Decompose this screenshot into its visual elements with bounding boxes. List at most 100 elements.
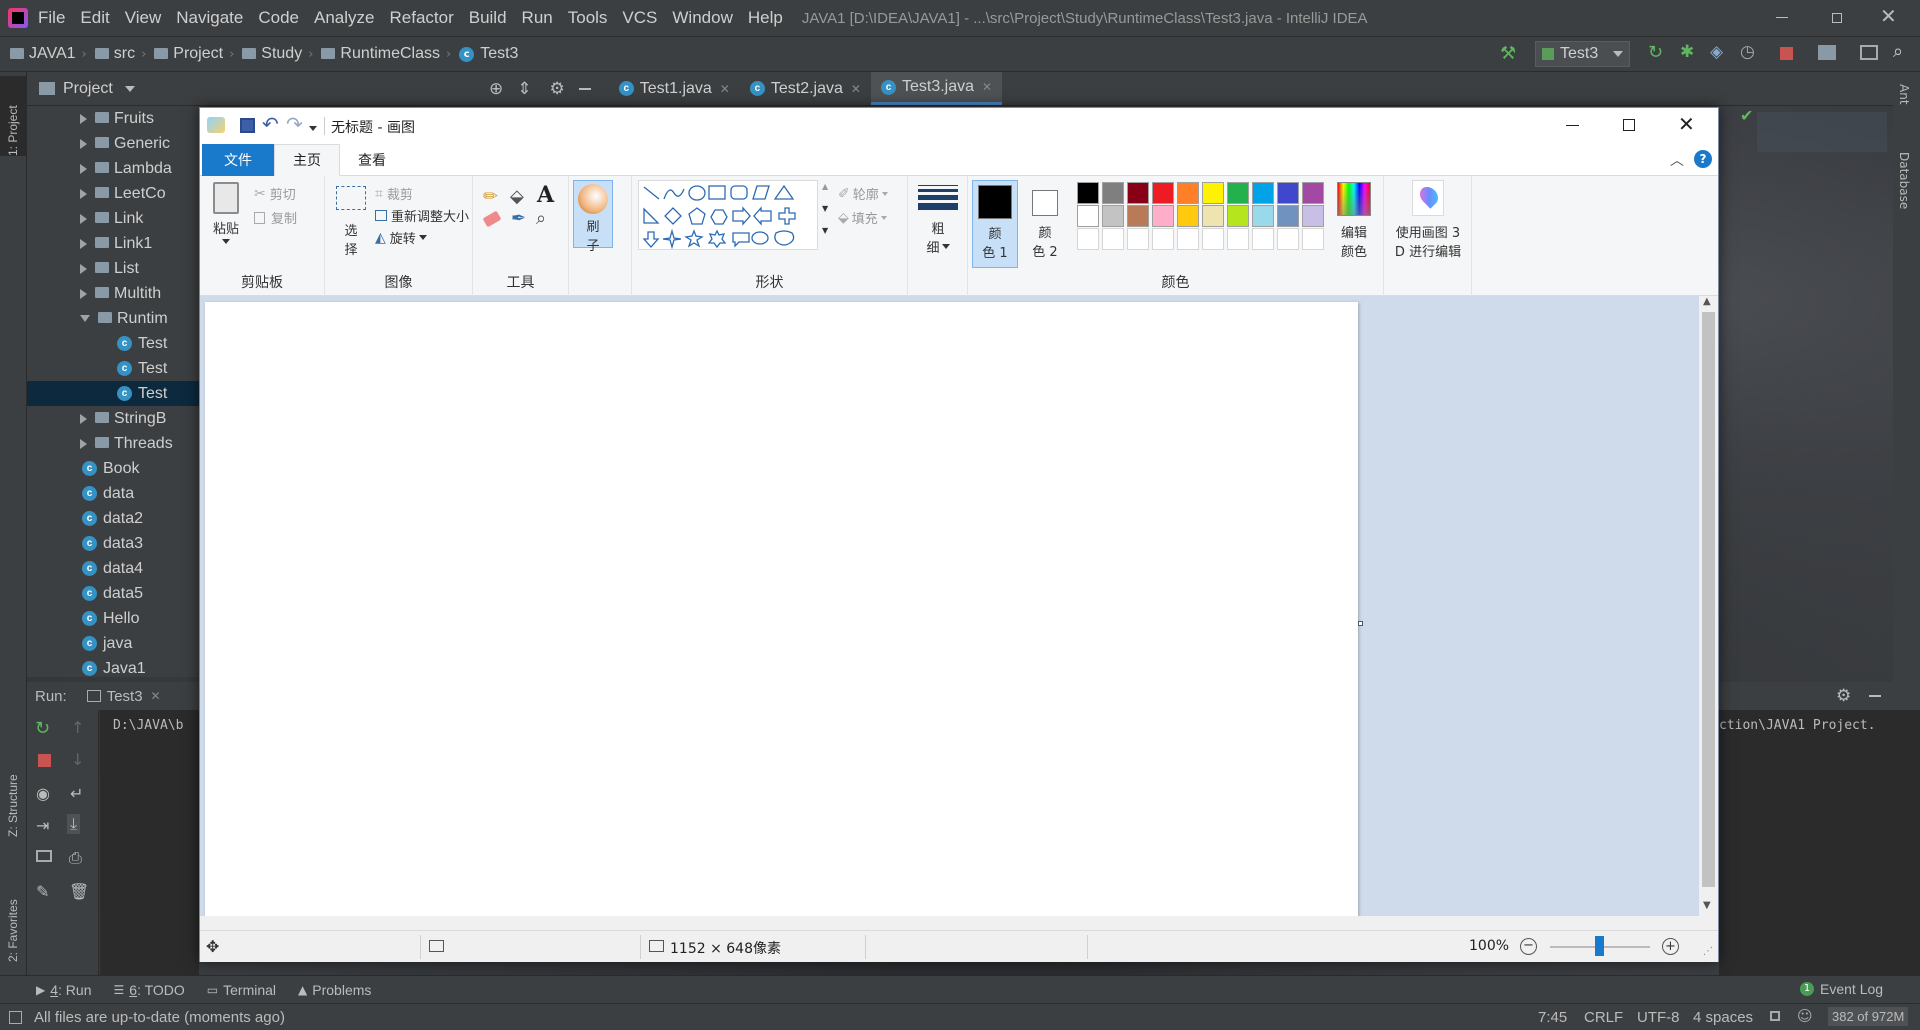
editor-tab[interactable]: c Test3.java ✕ xyxy=(870,72,1003,105)
chevron-right-icon[interactable] xyxy=(80,138,87,149)
resize-button[interactable]: 重新调整大小 xyxy=(375,206,469,225)
collapse-icon[interactable]: ⇕ xyxy=(517,79,531,99)
chevron-right-icon[interactable] xyxy=(80,188,87,199)
down-arrow-icon[interactable]: ↓ xyxy=(71,750,84,769)
rotate-button[interactable]: ◭ 旋转 xyxy=(375,228,427,247)
exit-icon[interactable]: ⇥ xyxy=(36,816,49,835)
breadcrumb-item[interactable]: c Test3 xyxy=(459,45,524,63)
run-tab[interactable]: Test3 ✕ xyxy=(86,688,161,705)
tree-item[interactable]: Link1 xyxy=(27,231,199,256)
soft-wrap-icon[interactable]: ↵ xyxy=(70,784,83,803)
project-tool-tab[interactable]: 1: Project xyxy=(0,76,26,156)
menu-window[interactable]: Window xyxy=(672,8,732,28)
ribbon-collapse-icon[interactable]: ︿ xyxy=(1670,150,1684,170)
quick-access-dropdown-icon[interactable] xyxy=(309,126,317,131)
resize-grip-icon[interactable]: ⋰ xyxy=(1703,946,1713,957)
tree-item[interactable]: c Java1 xyxy=(27,656,199,681)
chevron-right-icon[interactable] xyxy=(80,113,87,124)
tool-window-button[interactable]: ▲ Problems xyxy=(298,982,371,998)
scroll-down-icon[interactable]: ▼ xyxy=(1703,900,1711,911)
tree-item[interactable]: c data4 xyxy=(27,556,199,581)
tree-item[interactable]: Link xyxy=(27,206,199,231)
breadcrumb-item[interactable]: Project xyxy=(154,45,229,63)
color-swatch-empty[interactable] xyxy=(1177,228,1199,250)
zoom-out-button[interactable]: − xyxy=(1520,938,1537,955)
ant-tool-tab[interactable]: Ant xyxy=(1897,84,1911,105)
color-swatch[interactable] xyxy=(1302,182,1324,204)
menu-tools[interactable]: Tools xyxy=(568,8,608,28)
chevron-down-icon[interactable] xyxy=(124,85,135,92)
color-swatch[interactable] xyxy=(1277,182,1299,204)
color-swatch[interactable] xyxy=(1277,205,1299,227)
eraser-icon[interactable] xyxy=(482,210,502,228)
canvas-resize-handle[interactable] xyxy=(1358,621,1363,626)
copy-button[interactable]: 复制 xyxy=(254,208,297,227)
chevron-right-icon[interactable] xyxy=(80,238,87,249)
tree-item[interactable]: c Hello xyxy=(27,606,199,631)
coverage-icon[interactable]: ◈ xyxy=(1710,42,1723,62)
outline-button[interactable]: ✐ 轮廓 xyxy=(838,184,888,203)
chevron-right-icon[interactable] xyxy=(80,163,87,174)
color-swatch[interactable] xyxy=(1227,205,1249,227)
chevron-down-icon[interactable] xyxy=(80,315,90,322)
lock-icon[interactable] xyxy=(1770,1011,1780,1021)
cut-button[interactable]: ✂ 剪切 xyxy=(254,184,296,204)
run-config-selector[interactable]: Test3 xyxy=(1535,41,1630,67)
color-swatch-empty[interactable] xyxy=(1077,228,1099,250)
search-icon[interactable]: ⌕ xyxy=(1893,41,1903,62)
color-swatch[interactable] xyxy=(1302,205,1324,227)
size-button[interactable]: 粗 细 xyxy=(916,182,960,256)
tab-view[interactable]: 查看 xyxy=(340,145,404,175)
color-swatch[interactable] xyxy=(1252,205,1274,227)
trash-icon[interactable]: 🗑 xyxy=(69,882,89,901)
shape-gallery[interactable] xyxy=(638,180,818,250)
project-panel-title[interactable]: Project xyxy=(63,80,113,98)
paint-close-button[interactable]: ✕ xyxy=(1678,112,1695,136)
color-swatch[interactable] xyxy=(1077,182,1099,204)
tree-item[interactable]: c data5 xyxy=(27,581,199,606)
project-structure-icon[interactable] xyxy=(1818,45,1836,60)
scroll-up-icon[interactable]: ▲ xyxy=(1703,296,1711,307)
tree-item[interactable]: c Test xyxy=(27,356,199,381)
gear-icon[interactable]: ⚙ xyxy=(1836,686,1851,706)
tree-item[interactable]: Fruits xyxy=(27,106,199,131)
tree-item[interactable]: c Test xyxy=(27,331,199,356)
tree-item[interactable]: Multith xyxy=(27,281,199,306)
profile-icon[interactable]: ◷ xyxy=(1740,42,1755,62)
build-hammer-icon[interactable]: ⚒ xyxy=(1500,43,1516,64)
magnifier-icon[interactable]: ⌕ xyxy=(536,208,546,229)
breadcrumb-item[interactable]: src xyxy=(94,45,141,63)
menu-analyze[interactable]: Analyze xyxy=(314,8,374,28)
color-swatch-empty[interactable] xyxy=(1277,228,1299,250)
restore-button[interactable] xyxy=(1827,8,1847,28)
color1-button[interactable]: 颜 色 1 xyxy=(972,180,1018,268)
color-swatch[interactable] xyxy=(1227,182,1249,204)
close-button[interactable]: ✕ xyxy=(1880,4,1897,28)
tool-window-button[interactable]: ▭ Terminal xyxy=(207,982,276,998)
color-swatch[interactable] xyxy=(1177,182,1199,204)
tree-item[interactable]: StringB xyxy=(27,406,199,431)
color-swatch[interactable] xyxy=(1202,182,1224,204)
crop-button[interactable]: ⌗ 裁剪 xyxy=(375,184,413,204)
camera-icon[interactable]: ◉ xyxy=(36,784,50,803)
text-icon[interactable]: A xyxy=(537,182,554,208)
color-swatch-empty[interactable] xyxy=(1227,228,1249,250)
chevron-right-icon[interactable] xyxy=(80,413,87,424)
indent-setting[interactable]: 4 spaces xyxy=(1693,1009,1753,1026)
zoom-in-button[interactable]: + xyxy=(1662,938,1679,955)
tree-item[interactable]: c data xyxy=(27,481,199,506)
minimize-button[interactable] xyxy=(1772,8,1792,28)
layout-icon[interactable] xyxy=(1860,45,1878,60)
fill-bucket-icon[interactable]: ⬙ xyxy=(510,186,524,207)
tree-item[interactable]: Lambda xyxy=(27,156,199,181)
stop-icon[interactable] xyxy=(1780,47,1793,60)
color-swatch[interactable] xyxy=(1177,205,1199,227)
tree-item[interactable]: c java xyxy=(27,631,199,656)
zoom-slider-thumb[interactable] xyxy=(1595,936,1604,956)
menu-code[interactable]: Code xyxy=(258,8,299,28)
color-swatch[interactable] xyxy=(1127,182,1149,204)
color-swatch[interactable] xyxy=(1152,205,1174,227)
vertical-scrollbar[interactable]: ▲ ▼ xyxy=(1699,296,1718,916)
drawing-canvas[interactable] xyxy=(205,302,1358,918)
color-swatch-empty[interactable] xyxy=(1252,228,1274,250)
